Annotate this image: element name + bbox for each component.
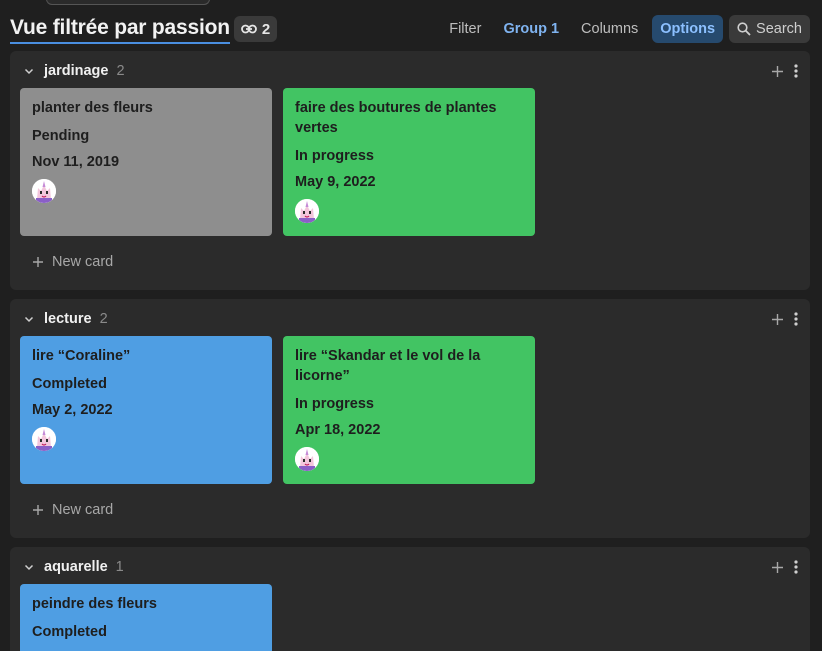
linked-count: 2 — [261, 20, 271, 38]
card-title: lire “Skandar et le vol de la licorne” — [295, 348, 481, 384]
page-title[interactable]: Vue filtrée par passion — [10, 15, 230, 44]
linked-count-badge[interactable]: 2 — [233, 16, 278, 42]
board-card[interactable]: peindre des fleurs Completed — [20, 584, 272, 651]
card-date: May 2, 2022 — [32, 402, 113, 418]
card-title: lire “Coraline” — [32, 348, 131, 364]
group-count: 2 — [99, 311, 108, 327]
board-header: Vue filtrée par passion 2 Filter Group 1… — [10, 12, 810, 46]
avatar — [32, 427, 56, 451]
plus-icon — [33, 505, 43, 515]
card-title: peindre des fleurs — [32, 596, 157, 612]
search-button[interactable]: Search — [729, 15, 810, 43]
avatar — [32, 179, 56, 203]
card-status: In progress — [295, 148, 374, 164]
card-status: Completed — [32, 624, 107, 640]
group-button[interactable]: Group 1 — [495, 15, 567, 43]
card-date: May 9, 2022 — [295, 174, 376, 190]
more-options-icon[interactable] — [794, 312, 798, 326]
board-card[interactable]: lire “Coraline” Completed May 2, 2022 — [20, 336, 272, 484]
chevron-down-icon[interactable] — [22, 560, 36, 574]
filter-button[interactable]: Filter — [441, 15, 489, 43]
board-card[interactable]: faire des boutures de plantes vertes In … — [283, 88, 535, 236]
group-section-lecture: lecture 2 lire “Coraline” Completed May … — [10, 299, 810, 538]
chevron-down-icon[interactable] — [22, 64, 36, 78]
add-card-icon[interactable] — [771, 313, 784, 326]
new-card-button[interactable]: New card — [32, 502, 113, 518]
toolbar: Filter Group 1 Columns Options Search — [441, 15, 810, 43]
search-icon — [737, 22, 751, 36]
new-card-label: New card — [52, 502, 114, 518]
columns-button[interactable]: Columns — [573, 15, 646, 43]
avatar — [295, 199, 319, 223]
card-status: Pending — [32, 128, 90, 144]
group-count: 2 — [116, 63, 125, 79]
card-status: Completed — [32, 376, 107, 392]
new-card-label: New card — [52, 254, 114, 270]
options-button[interactable]: Options — [652, 15, 724, 43]
card-date: Apr 18, 2022 — [295, 422, 381, 438]
add-card-icon[interactable] — [771, 561, 784, 574]
board-card[interactable]: planter des fleurs Pending Nov 11, 2019 — [20, 88, 272, 236]
group-header: jardinage 2 — [22, 61, 798, 81]
card-title: faire des boutures de plantes vertes — [295, 100, 497, 136]
add-card-icon[interactable] — [771, 65, 784, 78]
group-count: 1 — [115, 559, 124, 575]
new-card-button[interactable]: New card — [32, 254, 113, 270]
group-header: aquarelle 1 — [22, 557, 798, 577]
group-header: lecture 2 — [22, 309, 798, 329]
link-icon — [240, 24, 257, 34]
group-section-aquarelle: aquarelle 1 peindre des fleurs Completed — [10, 547, 810, 651]
group-section-jardinage: jardinage 2 planter des fleurs Pending N… — [10, 51, 810, 290]
card-date: Nov 11, 2019 — [32, 154, 120, 170]
top-tab-stub — [46, 0, 210, 5]
card-title: planter des fleurs — [32, 100, 153, 116]
chevron-down-icon[interactable] — [22, 312, 36, 326]
avatar — [295, 447, 319, 471]
group-name[interactable]: lecture — [44, 311, 92, 327]
board-card[interactable]: lire “Skandar et le vol de la licorne” I… — [283, 336, 535, 484]
plus-icon — [33, 257, 43, 267]
search-label: Search — [756, 21, 802, 37]
more-options-icon[interactable] — [794, 560, 798, 574]
card-status: In progress — [295, 396, 374, 412]
group-name[interactable]: aquarelle — [44, 559, 108, 575]
more-options-icon[interactable] — [794, 64, 798, 78]
group-name[interactable]: jardinage — [44, 63, 108, 79]
